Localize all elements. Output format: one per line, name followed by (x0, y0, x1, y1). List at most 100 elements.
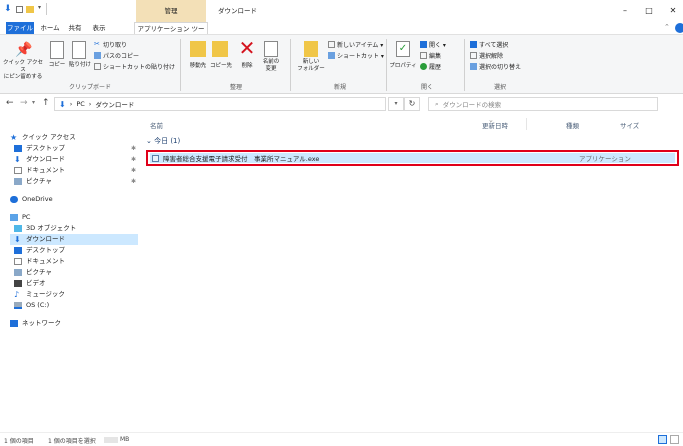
nav-quick-desktop[interactable]: デスクトップ (14, 143, 65, 154)
size-bar (104, 437, 118, 443)
column-name[interactable]: 名前 (150, 120, 163, 130)
computer-icon (10, 214, 18, 221)
open-label: 開く ▾ (429, 42, 446, 49)
nav-pc-documents[interactable]: ドキュメント (14, 256, 65, 267)
properties-large-icon: ✓ (396, 41, 410, 57)
tab-home[interactable]: ホーム (38, 22, 62, 34)
nav-quick-pictures[interactable]: ピクチャ (14, 176, 52, 187)
nav-pc-3d[interactable]: 3D オブジェクト (14, 223, 76, 234)
minimize-button[interactable]: – (615, 0, 635, 22)
address-dropdown-icon[interactable]: ▾ (388, 97, 404, 111)
forward-button[interactable]: → (20, 98, 28, 108)
nav-quick-documents[interactable]: ドキュメント (14, 165, 65, 176)
document-icon (14, 167, 22, 174)
column-type[interactable]: 種類 (566, 120, 579, 130)
copy-path-button[interactable]: パスのコピー (94, 51, 139, 60)
nav-label: ビデオ (26, 279, 46, 287)
help-icon[interactable] (675, 23, 683, 33)
pin-quick-access-button[interactable]: クイック アクセス にピン留めする (2, 60, 44, 81)
open-button[interactable]: 開く ▾ (420, 40, 446, 49)
column-date-label: 更新日時 (482, 122, 508, 130)
nav-pc[interactable]: PC (10, 212, 30, 223)
exe-file-icon (152, 154, 159, 162)
properties-button[interactable]: プロパティ (388, 61, 418, 69)
network-icon (10, 320, 18, 327)
download-icon: ⬇ (14, 155, 21, 164)
select-all-button[interactable]: すべて選択 (470, 40, 508, 49)
select-none-button[interactable]: 選択解除 (470, 51, 503, 60)
nav-pc-os-drive[interactable]: OS (C:) (14, 300, 49, 311)
up-button[interactable]: ↑ (42, 98, 50, 108)
new-folder-icon[interactable] (26, 6, 34, 13)
navigation-pane: ★ クイック アクセス デスクトップ ✱ ⬇ ダウンロード ✱ ドキュメント ✱ ピ… (0, 114, 142, 432)
copy-to-icon (212, 41, 228, 57)
download-icon: ⬇ (59, 99, 66, 109)
cut-button[interactable]: ✂ 切り取り (94, 40, 127, 50)
copy-to-button[interactable]: コピー先 (208, 61, 234, 69)
nav-pc-desktop[interactable]: デスクトップ (14, 245, 65, 256)
history-button[interactable]: 履歴 (420, 62, 441, 71)
search-box[interactable]: ⌕ ダウンロードの検索 (428, 97, 658, 111)
clipboard-group-label: クリップボード (68, 84, 111, 91)
column-date[interactable]: 更新日時 (482, 120, 508, 130)
group-header-label: 今日 (1) (154, 137, 181, 145)
search-icon: ⌕ (435, 99, 439, 108)
ribbon-collapse-icon[interactable]: ⌃ (664, 23, 670, 31)
details-view-icon[interactable] (658, 435, 667, 444)
delete-icon: ✕ (238, 36, 256, 60)
rename-button[interactable]: 名前の 変更 (258, 59, 284, 73)
copy-path-label: パスのコピー (103, 53, 140, 60)
shortcut-icon (328, 52, 335, 59)
edit-button[interactable]: 編集 (420, 51, 441, 60)
tab-share[interactable]: 共有 (64, 22, 86, 34)
nav-quick-access[interactable]: ★ クイック アクセス (10, 132, 76, 143)
nav-network[interactable]: ネットワーク (10, 318, 61, 329)
table-row[interactable]: 障害者総合支援電子請求受付 事業所マニュアル.exe アプリケーション (150, 153, 675, 163)
tab-file[interactable]: ファイル (6, 22, 34, 34)
maximize-button[interactable]: □ (639, 0, 659, 22)
tab-view[interactable]: 表示 (88, 22, 110, 34)
paste-button[interactable]: 貼り付け (68, 60, 92, 68)
address-bar[interactable]: ⬇ › PC › ダウンロード (54, 97, 386, 111)
column-size[interactable]: サイズ (620, 120, 639, 130)
large-icons-view-icon[interactable] (670, 435, 679, 444)
new-item-label: 新しいアイテム ▾ (337, 42, 384, 49)
move-to-button[interactable]: 移動先 (186, 61, 210, 69)
star-icon: ★ (10, 133, 18, 142)
paste-shortcut-button[interactable]: ショートカットの貼り付け (94, 62, 175, 71)
close-button[interactable]: ✕ (663, 0, 683, 22)
context-tab-label: 管理 (136, 0, 206, 22)
download-icon: ⬇ (14, 235, 21, 244)
quick-access-dropdown-icon[interactable]: ▾ (38, 4, 41, 11)
nav-onedrive[interactable]: OneDrive (10, 194, 53, 205)
picture-icon (14, 178, 22, 185)
new-item-button[interactable]: 新しいアイテム ▾ (328, 40, 383, 49)
tab-app-tools[interactable]: アプリケーション ツール (134, 22, 208, 45)
new-folder-button[interactable]: 新しい フォルダー (296, 59, 326, 73)
refresh-icon[interactable]: ↻ (404, 97, 420, 111)
file-list: 名前 ⌄ 更新日時 種類 サイズ ⌄ 今日 (1) 障害者総合支援電子請求受付 … (142, 114, 683, 432)
nav-pc-videos[interactable]: ビデオ (14, 278, 46, 289)
select-group-label: 選択 (493, 84, 506, 91)
nav-label: 3D オブジェクト (26, 224, 77, 232)
nav-quick-downloads[interactable]: ⬇ ダウンロード (14, 154, 65, 165)
delete-button[interactable]: 削除 (236, 61, 258, 69)
back-button[interactable]: ← (6, 98, 14, 108)
copy-button[interactable]: コピー (46, 60, 68, 68)
divider (180, 39, 181, 91)
picture-icon (14, 269, 22, 276)
nav-pc-downloads[interactable]: ⬇ ダウンロード (10, 234, 138, 245)
breadcrumb-pc[interactable]: PC (76, 100, 84, 108)
address-row: ← → ▾ ↑ ⬇ › PC › ダウンロード ▾ ↻ ⌕ ダウンロードの検索 (0, 94, 683, 114)
shortcut-button[interactable]: ショートカット ▾ (328, 51, 384, 60)
recent-locations-icon[interactable]: ▾ (32, 99, 35, 106)
nav-pc-music[interactable]: ♪ ミュージック (14, 289, 65, 300)
properties-icon[interactable] (16, 6, 23, 13)
video-icon (14, 280, 22, 287)
ribbon: 📌 クイック アクセス にピン留めする コピー 貼り付け ✂ 切り取り パスのコピ… (0, 34, 683, 94)
breadcrumb-downloads[interactable]: ダウンロード (95, 99, 134, 109)
paste-icon (72, 41, 86, 59)
group-header[interactable]: ⌄ 今日 (1) (146, 136, 180, 146)
invert-selection-button[interactable]: 選択の切り替え (470, 62, 521, 71)
nav-pc-pictures[interactable]: ピクチャ (14, 267, 52, 278)
